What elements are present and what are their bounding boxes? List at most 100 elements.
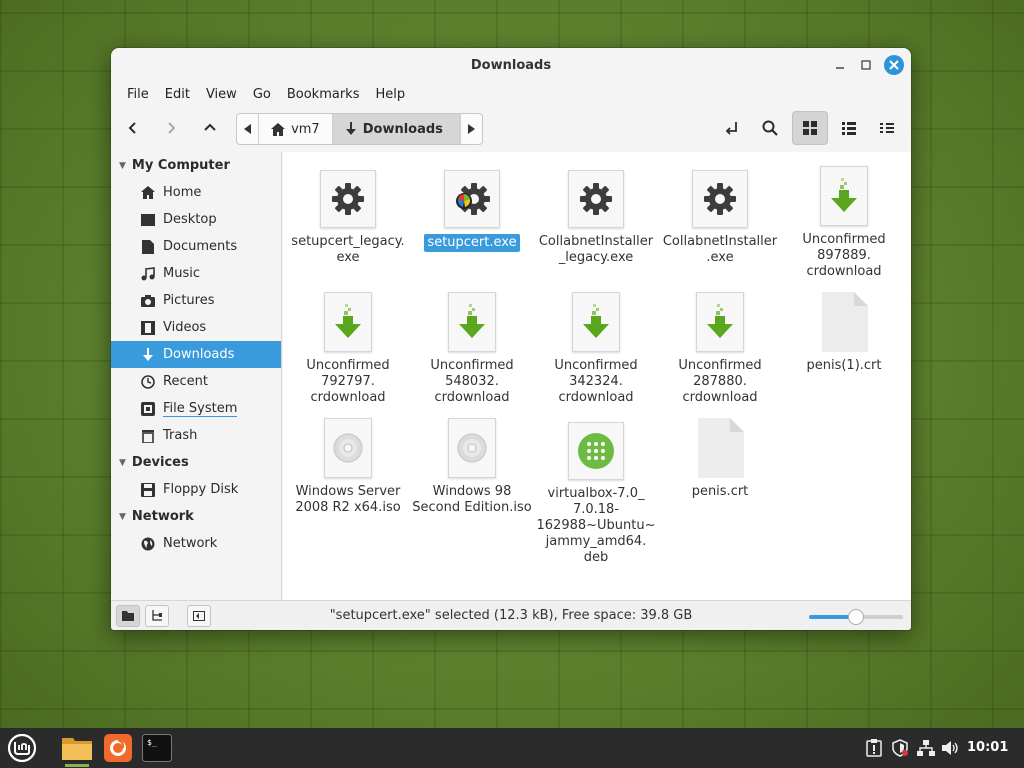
sidebar-item-pictures[interactable]: Pictures xyxy=(111,287,281,314)
file-item[interactable]: Unconfirmed 342324. crdownload xyxy=(534,292,658,406)
terminal-icon: $_ xyxy=(142,734,172,762)
file-item[interactable]: Windows 98 Second Edition.iso xyxy=(410,418,534,516)
clock[interactable]: 10:01 xyxy=(967,740,1008,755)
sidebar-item-videos[interactable]: Videos xyxy=(111,314,281,341)
sidebar-section-devices[interactable]: ▼ Devices xyxy=(111,449,281,476)
volume-button[interactable] xyxy=(941,738,961,758)
breadcrumb-left-button[interactable] xyxy=(237,114,260,144)
taskbar-terminal-button[interactable]: $_ xyxy=(141,732,173,764)
sidebar-section-my-computer[interactable]: ▼ My Computer xyxy=(111,152,281,179)
svg-text:$_: $_ xyxy=(147,738,157,747)
back-button[interactable] xyxy=(118,113,148,143)
sidebar-item-network[interactable]: Network xyxy=(111,530,281,557)
taskbar-files-button[interactable] xyxy=(61,732,93,767)
sidebar-item-label: Recent xyxy=(163,374,208,389)
back-arrow-icon xyxy=(128,122,136,134)
sidebar-item-music[interactable]: Music xyxy=(111,260,281,287)
file-view[interactable]: setupcert_legacy. exe setupcert.exe Coll… xyxy=(283,152,911,600)
chevron-down-icon: ▼ xyxy=(119,160,126,171)
breadcrumb-downloads[interactable]: Downloads xyxy=(332,114,460,144)
toggle-location-button[interactable] xyxy=(717,113,747,143)
menu-help[interactable]: Help xyxy=(367,87,413,102)
chevron-down-icon: ▼ xyxy=(119,511,126,522)
sidebar-item-file-system[interactable]: File System xyxy=(111,395,281,422)
file-name: Unconfirmed 548032. crdownload xyxy=(430,358,514,405)
taskbar-firefox-button[interactable] xyxy=(102,732,134,764)
list-view-button[interactable] xyxy=(834,113,864,143)
file-item[interactable]: penis.crt xyxy=(658,418,782,500)
sidebar-item-floppy-disk[interactable]: Floppy Disk xyxy=(111,476,281,503)
file-item[interactable]: Unconfirmed 897889. crdownload xyxy=(782,166,906,280)
sidebar-item-desktop[interactable]: Desktop xyxy=(111,206,281,233)
security-shield-button[interactable] xyxy=(890,738,910,758)
sidebar-item-label: Floppy Disk xyxy=(163,482,239,497)
file-name: Unconfirmed 897889. crdownload xyxy=(802,232,886,279)
up-button[interactable] xyxy=(195,113,225,143)
up-arrow-icon xyxy=(204,123,216,131)
menu-view[interactable]: View xyxy=(198,87,245,102)
update-manager-button[interactable] xyxy=(864,738,884,758)
window-title: Downloads xyxy=(470,57,552,73)
icon-view-button[interactable] xyxy=(792,111,828,145)
file-item[interactable]: Windows Server 2008 R2 x64.iso xyxy=(286,418,410,516)
download-file-icon xyxy=(572,292,620,352)
sidebar-item-label: Downloads xyxy=(163,347,235,362)
menu-go[interactable]: Go xyxy=(245,87,279,102)
menubar: File Edit View Go Bookmarks Help xyxy=(111,82,911,106)
titlebar[interactable]: Downloads xyxy=(111,48,911,82)
search-button[interactable] xyxy=(755,113,785,143)
trash-icon xyxy=(141,429,155,443)
file-manager-window: Downloads File Edit View Go Bookmarks He… xyxy=(111,48,911,630)
mint-menu-button[interactable] xyxy=(6,732,38,764)
sidebar-item-home[interactable]: Home xyxy=(111,179,281,206)
file-name: penis.crt xyxy=(691,484,749,499)
sidebar-item-recent[interactable]: Recent xyxy=(111,368,281,395)
files-icon xyxy=(62,738,92,760)
music-icon xyxy=(141,266,155,281)
documents-icon xyxy=(141,239,155,254)
file-item[interactable]: penis(1).crt xyxy=(782,292,906,374)
file-item[interactable]: setupcert_legacy. exe xyxy=(286,170,410,266)
menu-edit[interactable]: Edit xyxy=(157,87,198,102)
minimize-button[interactable] xyxy=(830,55,850,75)
breadcrumb-home[interactable]: vm7 xyxy=(259,114,333,144)
menu-bookmarks[interactable]: Bookmarks xyxy=(279,87,368,102)
file-item[interactable]: CollabnetInstaller .exe xyxy=(658,170,782,266)
maximize-button[interactable] xyxy=(856,55,876,75)
sidebar-item-label: Videos xyxy=(163,320,207,335)
file-item[interactable]: Unconfirmed 548032. crdownload xyxy=(410,292,534,406)
file-item[interactable]: CollabnetInstaller _legacy.exe xyxy=(534,170,658,266)
file-name: virtualbox-7.0_ 7.0.18- 162988~Ubuntu~ j… xyxy=(536,486,656,565)
toggle-location-icon xyxy=(725,122,737,135)
executable-gear-icon xyxy=(568,170,624,228)
compact-view-button[interactable] xyxy=(872,113,902,143)
sidebar-item-documents[interactable]: Documents xyxy=(111,233,281,260)
breadcrumb-right-button[interactable] xyxy=(459,114,482,144)
file-name: Unconfirmed 792797. crdownload xyxy=(306,358,390,405)
file-name: Unconfirmed 342324. crdownload xyxy=(554,358,638,405)
network-button[interactable] xyxy=(916,738,936,758)
list-view-icon xyxy=(842,122,856,135)
sidebar-item-downloads[interactable]: Downloads xyxy=(111,341,281,368)
zoom-slider-handle[interactable] xyxy=(848,609,864,625)
sidebar-section-title: My Computer xyxy=(131,158,230,173)
executable-gear-icon xyxy=(692,170,748,228)
file-item-selected[interactable]: setupcert.exe xyxy=(410,170,534,252)
file-item[interactable]: Unconfirmed 287880. crdownload xyxy=(658,292,782,406)
file-item[interactable]: Unconfirmed 792797. crdownload xyxy=(286,292,410,406)
sidebar-section-network[interactable]: ▼ Network xyxy=(111,503,281,530)
file-item[interactable]: virtualbox-7.0_ 7.0.18- 162988~Ubuntu~ j… xyxy=(534,422,658,566)
disc-image-icon xyxy=(324,418,372,478)
zoom-slider[interactable] xyxy=(809,609,903,625)
close-button[interactable] xyxy=(884,55,904,75)
forward-button[interactable] xyxy=(156,113,186,143)
volume-icon xyxy=(942,741,958,755)
forward-arrow-icon xyxy=(168,122,176,134)
search-icon xyxy=(762,120,778,136)
download-file-icon xyxy=(820,166,868,226)
network-icon xyxy=(917,740,935,756)
sidebar-item-label: Pictures xyxy=(163,293,215,308)
sidebar-item-trash[interactable]: Trash xyxy=(111,422,281,449)
sidebar-item-label: Desktop xyxy=(163,212,217,227)
menu-file[interactable]: File xyxy=(119,87,157,102)
